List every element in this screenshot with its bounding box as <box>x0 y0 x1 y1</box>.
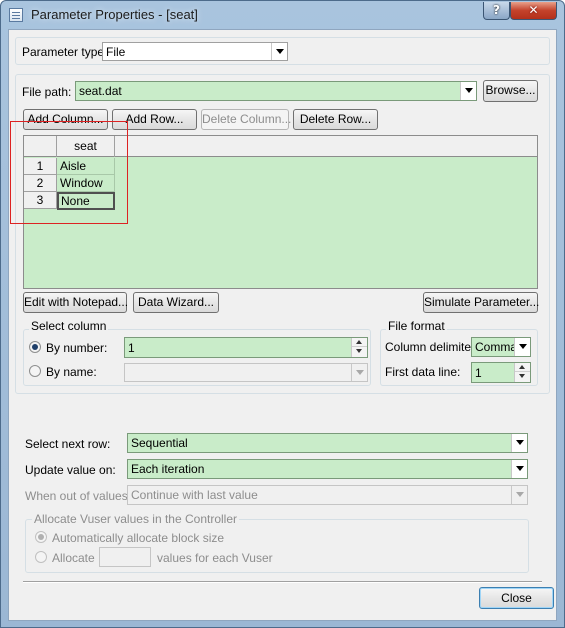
spinner-buttons <box>351 338 367 357</box>
first-data-line-label: First data line: <box>385 365 461 379</box>
parameter-type-select[interactable]: File <box>102 42 288 61</box>
spin-up-icon[interactable] <box>352 338 367 347</box>
spin-down-icon[interactable] <box>352 347 367 356</box>
column-name-select[interactable] <box>124 363 368 382</box>
when-out-of-values-label: When out of values: <box>25 489 132 503</box>
when-out-of-values-select[interactable]: Continue with last value <box>127 485 528 505</box>
by-name-radio[interactable] <box>29 365 41 377</box>
file-path-label: File path: <box>22 85 72 99</box>
allocate-radio[interactable] <box>35 551 47 563</box>
column-delimiter-label: Column delimiter: <box>385 340 479 354</box>
chevron-down-icon[interactable] <box>460 82 476 100</box>
browse-button[interactable]: Browse... <box>483 80 538 102</box>
update-value-on-value: Each iteration <box>131 462 205 476</box>
chevron-down-icon[interactable] <box>511 460 527 478</box>
delete-row-button[interactable]: Delete Row... <box>293 109 378 130</box>
window-close-button[interactable]: ✕ <box>510 2 557 20</box>
by-number-radio[interactable] <box>29 341 41 353</box>
update-value-on-label: Update value on: <box>25 463 116 477</box>
chevron-down-icon[interactable] <box>351 364 367 381</box>
edit-with-notepad-button[interactable]: Edit with Notepad... <box>23 292 128 313</box>
data-wizard-button[interactable]: Data Wizard... <box>133 292 219 313</box>
select-column-title: Select column <box>29 319 109 333</box>
column-delimiter-select[interactable]: Comma <box>471 337 531 357</box>
when-out-of-values-value: Continue with last value <box>131 488 258 502</box>
column-number-value: 1 <box>128 341 135 355</box>
chevron-down-icon[interactable] <box>511 486 527 504</box>
select-next-row-select[interactable]: Sequential <box>127 433 528 453</box>
first-data-line-spinner[interactable]: 1 <box>471 362 531 383</box>
auto-allocate-label: Automatically allocate block size <box>52 531 225 545</box>
chevron-down-icon[interactable] <box>271 43 287 60</box>
parameter-type-label: Parameter type: <box>22 45 108 59</box>
by-name-label: By name: <box>46 365 97 379</box>
parameter-type-value: File <box>106 45 126 59</box>
allocate-group-title: Allocate Vuser values in the Controller <box>32 512 239 526</box>
close-icon: ✕ <box>528 3 539 17</box>
select-next-row-label: Select next row: <box>25 437 111 451</box>
help-button[interactable]: ? <box>483 2 510 20</box>
update-value-on-select[interactable]: Each iteration <box>127 459 528 479</box>
footer-divider <box>23 581 542 583</box>
spin-down-icon[interactable] <box>515 372 530 381</box>
spin-up-icon[interactable] <box>515 363 530 372</box>
simulate-parameter-button[interactable]: Simulate Parameter... <box>423 292 539 313</box>
dialog-body: Parameter type: File File path: seat.dat… <box>8 29 557 621</box>
auto-allocate-radio[interactable] <box>35 531 47 543</box>
file-path-combo[interactable]: seat.dat <box>75 81 477 101</box>
first-data-line-value: 1 <box>475 366 482 380</box>
allocate-count-input[interactable] <box>99 547 151 567</box>
allocate-label: Allocate <box>52 551 95 565</box>
spinner-buttons <box>514 363 530 382</box>
dialog-app-icon <box>9 8 23 22</box>
delete-column-button[interactable]: Delete Column... <box>201 109 291 130</box>
title-bar[interactable]: Parameter Properties - [seat] ? ✕ <box>1 1 564 29</box>
column-delimiter-value: Comma <box>475 340 518 354</box>
window-title: Parameter Properties - [seat] <box>31 7 198 22</box>
chevron-down-icon[interactable] <box>514 338 530 356</box>
dialog-window: Parameter Properties - [seat] ? ✕ Parame… <box>0 0 565 628</box>
allocate-suffix-label: values for each Vuser <box>157 551 273 565</box>
annotation-highlight-box <box>10 121 128 224</box>
select-next-row-value: Sequential <box>131 436 188 450</box>
column-number-spinner[interactable]: 1 <box>124 337 368 358</box>
close-button[interactable]: Close <box>479 587 554 609</box>
by-number-label: By number: <box>46 341 108 355</box>
chevron-down-icon[interactable] <box>511 434 527 452</box>
file-path-value: seat.dat <box>79 84 122 98</box>
file-format-title: File format <box>386 319 447 333</box>
